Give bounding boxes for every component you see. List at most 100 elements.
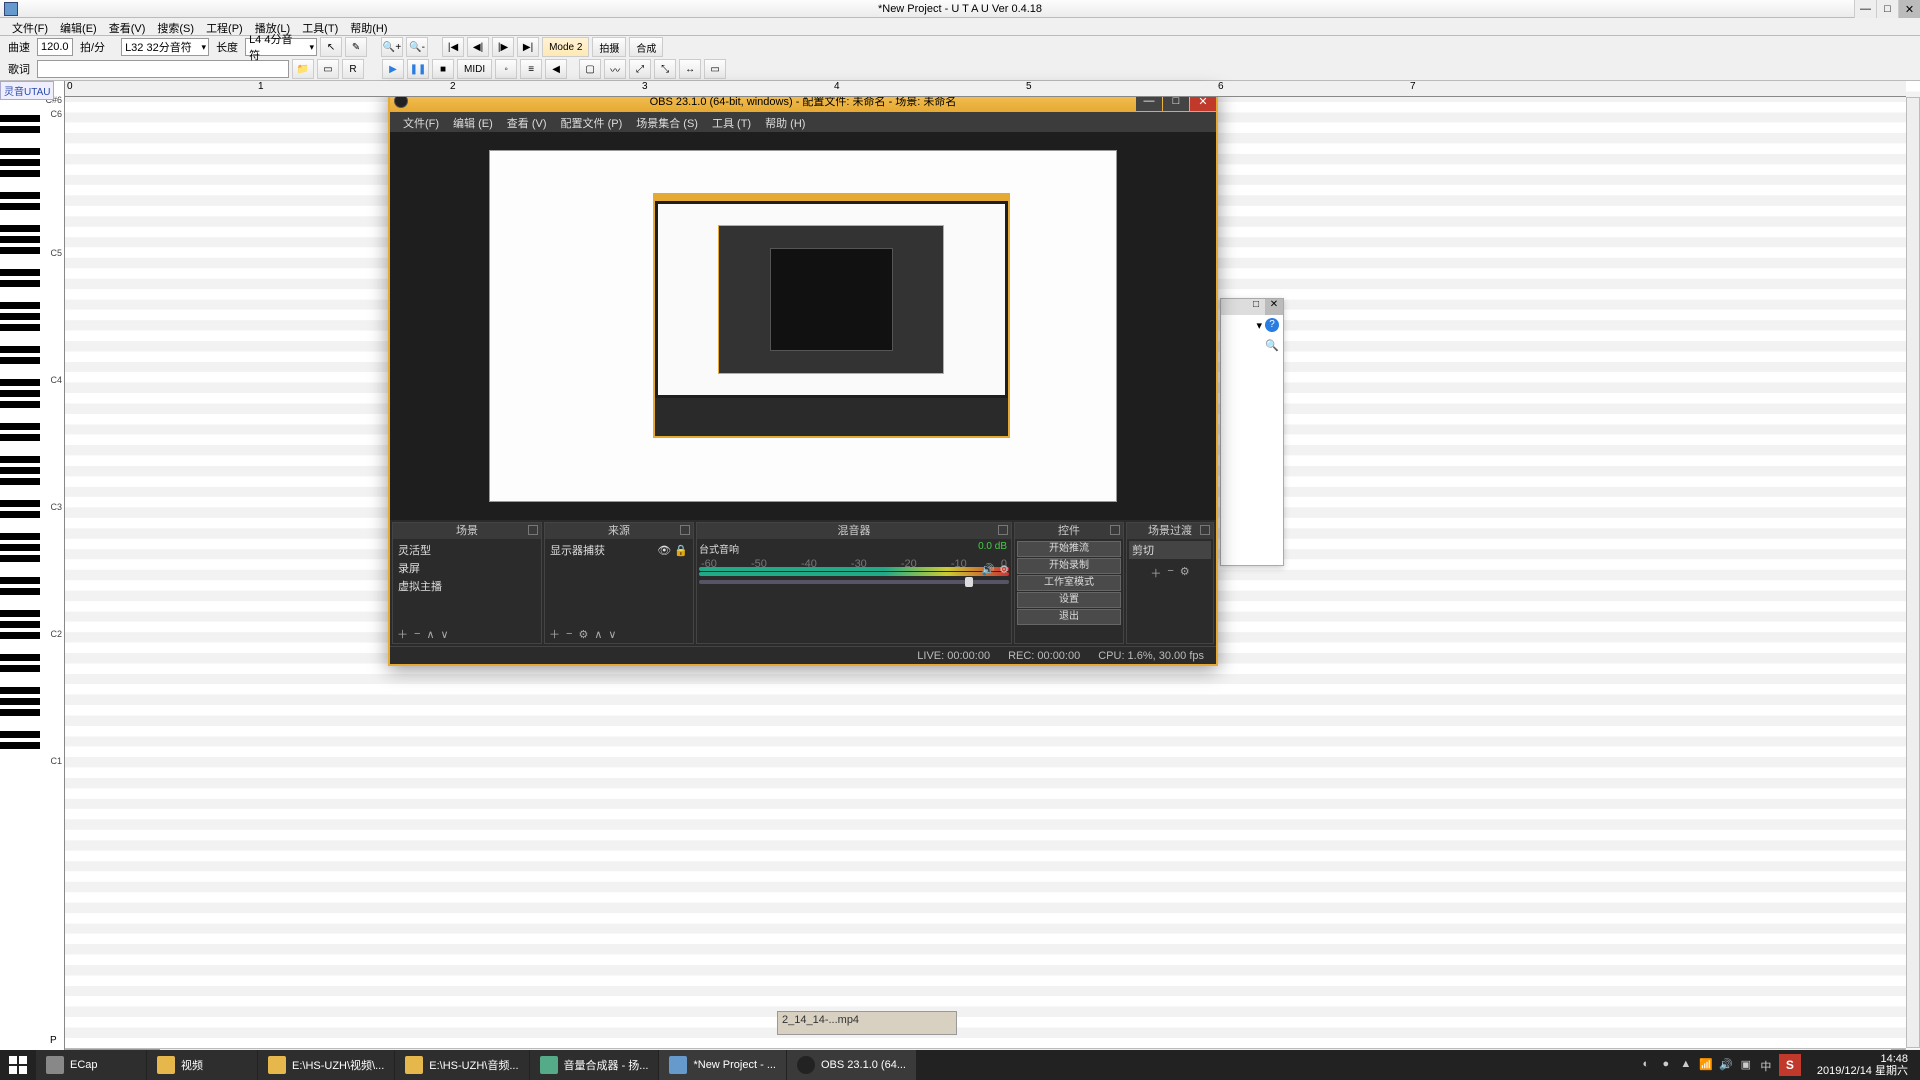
taskbar-item[interactable]: 视频	[147, 1050, 257, 1080]
transition-select[interactable]: 剪切	[1129, 541, 1211, 559]
stop-icon[interactable]: ■	[432, 59, 454, 79]
eye-icon[interactable]: 👁	[657, 545, 671, 557]
pencil-tool-icon[interactable]: ✎	[345, 37, 367, 57]
add-icon[interactable]: ＋	[549, 626, 560, 642]
tool-a-icon[interactable]: ▭	[317, 59, 339, 79]
zoom-in-icon[interactable]: 🔍+	[381, 37, 403, 57]
up-icon[interactable]: ∧	[594, 628, 602, 641]
taskbar-item[interactable]: E:\HS-UZH\视频\...	[258, 1050, 394, 1080]
start-stream-button[interactable]: 开始推流	[1017, 541, 1121, 557]
taskbar-item[interactable]: *New Project - ...	[659, 1050, 786, 1080]
skip-start-icon[interactable]: |◀	[442, 37, 464, 57]
env-c-icon[interactable]: ⤢	[629, 59, 651, 79]
play-icon[interactable]: ▶	[382, 59, 404, 79]
env-b-icon[interactable]: 〰	[604, 59, 626, 79]
midi-b-icon[interactable]: ≡	[520, 59, 542, 79]
utau-max-btn[interactable]: □	[1876, 0, 1898, 18]
obs-window[interactable]: OBS 23.1.0 (64-bit, windows) - 配置文件: 未命名…	[388, 88, 1218, 666]
up-icon[interactable]: ∧	[426, 628, 434, 641]
scene-item[interactable]: 虚拟主播	[395, 577, 539, 595]
obs-menu-help[interactable]: 帮助 (H)	[758, 112, 812, 132]
studio-mode-button[interactable]: 工作室模式	[1017, 575, 1121, 591]
voicebank-name[interactable]: 灵音UTAU	[0, 81, 54, 100]
side-panel[interactable]: □ ✕ ▾ ? 🔍	[1220, 298, 1284, 566]
tray-icon[interactable]: ▣	[1739, 1058, 1753, 1072]
taskbar-item[interactable]: E:\HS-UZH\音频...	[395, 1050, 528, 1080]
popout-icon[interactable]	[1200, 525, 1210, 535]
pause-icon[interactable]: ❚❚	[407, 59, 429, 79]
gear-icon[interactable]: ⚙	[1180, 565, 1190, 581]
tray-icon[interactable]: 📶	[1699, 1058, 1713, 1072]
down-icon[interactable]: ∨	[441, 628, 449, 641]
midi-a-icon[interactable]: ◦	[495, 59, 517, 79]
search-icon[interactable]: 🔍	[1265, 339, 1279, 352]
taskbar-item[interactable]: ECap	[36, 1050, 146, 1080]
tray-icon[interactable]: 🔊	[1719, 1058, 1733, 1072]
mixer-fader[interactable]	[699, 580, 1009, 584]
menu-tools[interactable]: 工具(T)	[296, 18, 344, 35]
obs-preview[interactable]	[390, 132, 1216, 520]
obs-menu-profile[interactable]: 配置文件 (P)	[554, 112, 630, 132]
tray-icon[interactable]: ●	[1659, 1058, 1673, 1072]
remove-icon[interactable]: −	[1167, 565, 1173, 581]
remove-icon[interactable]: −	[566, 628, 572, 640]
tray-icon[interactable]: ▲	[1679, 1058, 1693, 1072]
gear-icon[interactable]: ⚙	[999, 563, 1009, 576]
obs-menu-view[interactable]: 查看 (V)	[500, 112, 554, 132]
step-back-icon[interactable]: ◀|	[467, 37, 489, 57]
tempo-input[interactable]: 120.0	[37, 38, 73, 56]
taskbar-clock[interactable]: 14:48 2019/12/14 星期六	[1811, 1053, 1914, 1077]
quantize-select[interactable]: L32 32分音符	[121, 38, 209, 56]
render-button[interactable]: 拍摄	[592, 37, 626, 57]
mode2-button[interactable]: Mode 2	[542, 37, 589, 57]
remove-icon[interactable]: −	[414, 628, 420, 640]
popout-icon[interactable]	[1110, 525, 1120, 535]
obs-menu-scenecol[interactable]: 场景集合 (S)	[629, 112, 705, 132]
env-f-icon[interactable]: ▭	[704, 59, 726, 79]
taskbar-item[interactable]: OBS 23.1.0 (64...	[787, 1050, 916, 1080]
side-box-icon[interactable]: □	[1247, 299, 1265, 315]
menu-project[interactable]: 工程(P)	[200, 18, 249, 35]
fader-thumb[interactable]	[965, 577, 973, 587]
utau-close-btn[interactable]: ✕	[1898, 0, 1920, 18]
menu-edit[interactable]: 编辑(E)	[54, 18, 103, 35]
ime-sogou-icon[interactable]: S	[1779, 1054, 1801, 1076]
scene-item[interactable]: 灵活型	[395, 541, 539, 559]
menu-view[interactable]: 查看(V)	[103, 18, 152, 35]
r-button[interactable]: R	[342, 59, 364, 79]
settings-button[interactable]: 设置	[1017, 592, 1121, 608]
obs-menu-edit[interactable]: 编辑 (E)	[446, 112, 500, 132]
exit-button[interactable]: 退出	[1017, 609, 1121, 625]
cursor-tool-icon[interactable]: ↖	[320, 37, 342, 57]
utau-min-btn[interactable]: —	[1854, 0, 1876, 18]
taskbar-item[interactable]: 音量合成器 - 扬...	[530, 1050, 659, 1080]
source-item[interactable]: 显示器捕获 👁 🔒	[547, 541, 691, 559]
start-record-button[interactable]: 开始录制	[1017, 558, 1121, 574]
popout-icon[interactable]	[998, 525, 1008, 535]
add-icon[interactable]: ＋	[1150, 565, 1161, 581]
menu-help[interactable]: 帮助(H)	[344, 18, 393, 35]
add-icon[interactable]: ＋	[397, 626, 408, 642]
env-d-icon[interactable]: ⤡	[654, 59, 676, 79]
env-e-icon[interactable]: ↔	[679, 59, 701, 79]
ime-indicator[interactable]: 中	[1759, 1058, 1773, 1072]
start-button[interactable]	[0, 1050, 36, 1080]
midi-c-icon[interactable]: ◀	[545, 59, 567, 79]
menu-search[interactable]: 搜索(S)	[151, 18, 200, 35]
popout-icon[interactable]	[680, 525, 690, 535]
down-icon[interactable]: ∨	[608, 628, 616, 641]
piano-ruler[interactable]: 0 1 2 3 4 5 6 7	[65, 81, 1906, 97]
help-icon[interactable]: ?	[1265, 318, 1279, 332]
zoom-out-icon[interactable]: 🔍-	[406, 37, 428, 57]
taskbar-thumbnail[interactable]: 2_14_14-...mp4	[777, 1011, 957, 1035]
synth-button[interactable]: 合成	[629, 37, 663, 57]
side-expand-icon[interactable]: ▾	[1256, 319, 1262, 332]
piano-keyboard[interactable]: C#6 C6 C5 C4 C3 C2 C1	[0, 81, 65, 1058]
env-a-icon[interactable]: ▢	[579, 59, 601, 79]
scene-item[interactable]: 录屏	[395, 559, 539, 577]
step-fwd-icon[interactable]: |▶	[492, 37, 514, 57]
skip-end-icon[interactable]: ▶|	[517, 37, 539, 57]
tray-icon[interactable]: ◐	[1639, 1058, 1653, 1072]
gear-icon[interactable]: ⚙	[578, 628, 588, 641]
lock-icon[interactable]: 🔒	[674, 545, 688, 557]
